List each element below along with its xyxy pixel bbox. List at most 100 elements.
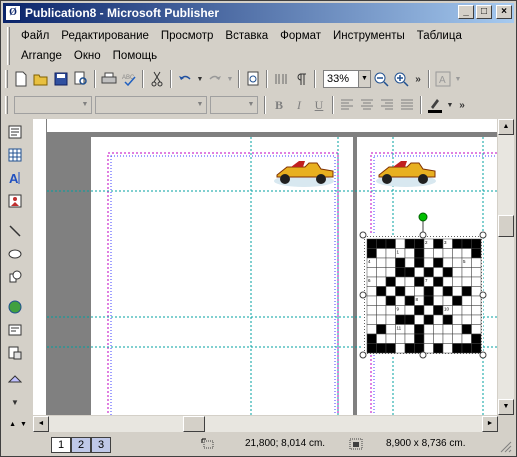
maximize-button[interactable]: □ [476,5,492,19]
crossword-cell[interactable] [471,257,482,268]
menubar-grip[interactable] [7,27,10,65]
crossword-cell[interactable] [395,295,406,306]
crossword-cell[interactable] [385,305,396,316]
crossword-cell[interactable] [423,295,434,306]
zoom-dropdown-icon[interactable]: ▼ [358,71,370,87]
crossword-cell[interactable] [385,333,396,344]
text-direction-icon[interactable]: A [433,69,453,89]
menu-arrange[interactable]: Arrange [15,50,68,62]
crossword-cell[interactable] [423,333,434,344]
autoshapes-icon[interactable] [5,267,25,287]
resize-handle-bl[interactable] [359,351,367,359]
crossword-cell[interactable] [385,276,396,287]
crossword-cell[interactable] [395,286,406,297]
zoom-out-icon[interactable] [371,69,391,89]
align-left-icon[interactable] [337,95,357,115]
crossword-cell[interactable] [452,286,463,297]
crossword-cell[interactable] [461,314,472,325]
crossword-cell[interactable] [404,257,415,268]
resize-handle-t[interactable] [419,231,427,239]
crossword-grid[interactable]: 12 34 56 789 1011 [366,238,482,354]
crossword-cell[interactable] [376,238,387,249]
menu-edit[interactable]: Редактирование [55,30,155,42]
print-icon[interactable] [99,69,119,89]
menu-file[interactable]: Файл [15,30,55,42]
crossword-cell[interactable] [452,314,463,325]
crossword-cell[interactable] [461,286,472,297]
resize-handle-tl[interactable] [359,231,367,239]
line-icon[interactable] [5,221,25,241]
style-combo[interactable]: ▼ [14,96,92,114]
form-control-icon[interactable] [5,320,25,340]
crossword-cell[interactable] [404,324,415,335]
crossword-cell[interactable] [385,248,396,259]
crossword-cell[interactable] [452,267,463,278]
crossword-cell[interactable] [366,286,377,297]
crossword-cell[interactable] [433,248,444,259]
crossword-cell[interactable] [414,324,425,335]
crossword-cell[interactable] [366,333,377,344]
menu-help[interactable]: Помощь [107,50,163,62]
bold-button[interactable]: B [269,95,289,115]
crossword-cell[interactable] [414,333,425,344]
save-icon[interactable] [51,69,71,89]
crossword-cell[interactable] [395,257,406,268]
crossword-cell[interactable] [442,257,453,268]
menu-format[interactable]: Формат [274,30,327,42]
crossword-cell[interactable] [471,276,482,287]
crossword-cell[interactable] [423,267,434,278]
scroll-right-icon[interactable]: ► [482,416,498,432]
crossword-cell[interactable] [442,248,453,259]
crossword-cell[interactable] [385,286,396,297]
crossword-cell[interactable] [461,248,472,259]
menu-insert[interactable]: Вставка [219,30,274,42]
resize-grip-icon[interactable] [500,441,512,453]
vertical-scroll-thumb[interactable] [498,215,514,237]
close-button[interactable]: × [496,5,512,19]
menu-view[interactable]: Просмотр [155,30,220,42]
formatting-overflow-icon[interactable]: » [455,95,469,115]
crossword-cell[interactable] [366,305,377,316]
crossword-cell[interactable] [376,248,387,259]
cut-icon[interactable] [147,69,167,89]
open-icon[interactable] [31,69,51,89]
align-center-icon[interactable] [357,95,377,115]
italic-button[interactable]: I [289,95,309,115]
align-right-icon[interactable] [377,95,397,115]
new-icon[interactable] [11,69,31,89]
crossword-cell[interactable] [385,238,396,249]
crossword-cell[interactable] [414,267,425,278]
chevron-down-icon[interactable]: ▼ [20,421,27,428]
pilcrow-icon[interactable] [291,69,311,89]
horizontal-scrollbar[interactable]: ◄ ► [33,416,498,432]
crossword-cell[interactable] [423,305,434,316]
resize-handle-l[interactable] [359,291,367,299]
publisher-app-icon[interactable]: Ø [5,5,21,21]
menu-window[interactable]: Окно [68,50,107,62]
crossword-cell[interactable] [452,324,463,335]
crossword-cell[interactable] [452,238,463,249]
crossword-cell[interactable] [414,257,425,268]
crossword-cell[interactable] [414,305,425,316]
crossword-cell[interactable] [452,276,463,287]
crossword-cell[interactable] [404,238,415,249]
crossword-cell[interactable] [461,324,472,335]
crossword-cell[interactable] [376,267,387,278]
crossword-cell[interactable] [414,276,425,287]
crossword-cell[interactable] [461,333,472,344]
crossword-cell[interactable] [423,248,434,259]
crossword-cell[interactable] [442,333,453,344]
crossword-cell[interactable] [376,286,387,297]
crossword-cell[interactable] [385,324,396,335]
crossword-cell[interactable] [395,314,406,325]
table-icon[interactable] [5,145,25,165]
crossword-cell[interactable] [442,267,453,278]
spelling-icon[interactable]: ABC [119,69,139,89]
horizontal-ruler[interactable] [47,119,497,133]
crossword-cell[interactable] [376,257,387,268]
underline-button[interactable]: U [309,95,329,115]
crossword-cell[interactable] [433,314,444,325]
menu-table[interactable]: Таблица [411,30,468,42]
crossword-cell[interactable] [471,238,482,249]
crossword-cell[interactable] [452,257,463,268]
